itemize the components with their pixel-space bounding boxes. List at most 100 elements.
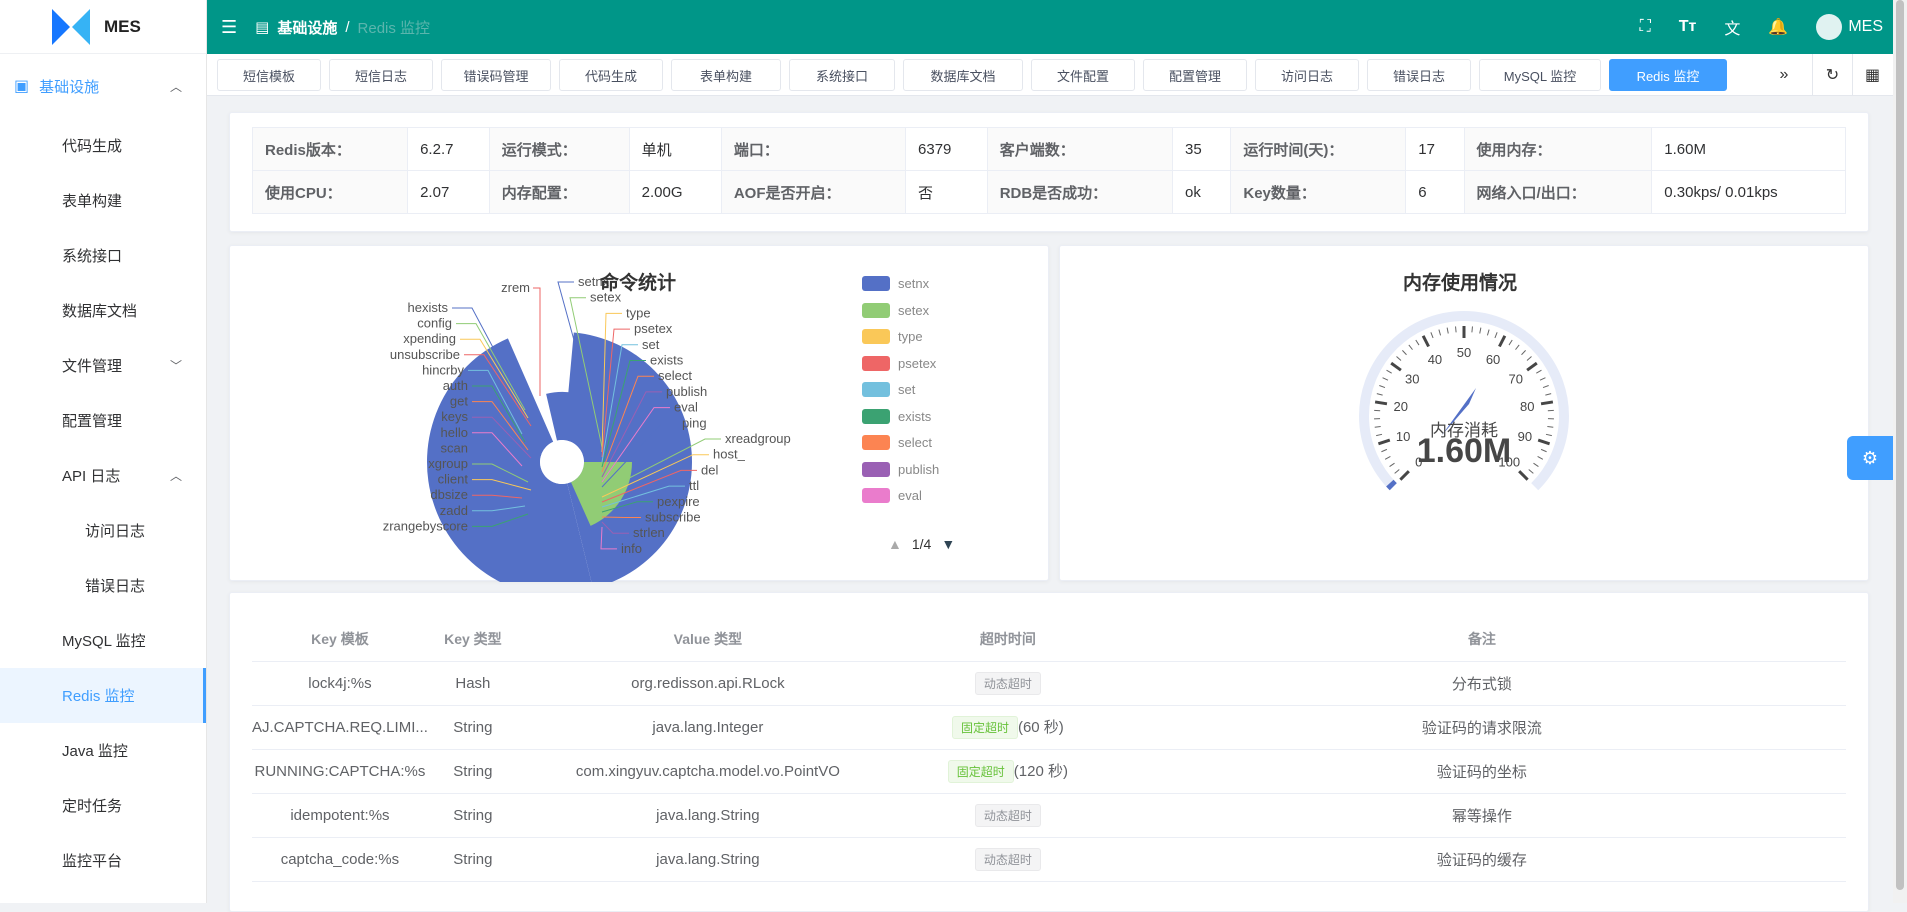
sidebar-item-file-mgmt[interactable]: 文件管理﹀ (0, 338, 206, 393)
pie-label-ttl: ttl (689, 478, 699, 493)
pie-label-zadd: zadd (440, 503, 468, 518)
pie-label-type: type (626, 305, 651, 320)
legend-label: eval (898, 488, 922, 503)
legend-item-setex[interactable]: setex (862, 303, 929, 318)
key-col-header: Key 类型 (428, 617, 518, 661)
legend-next-icon[interactable]: ▼ (941, 536, 955, 552)
pie-label-get: get (450, 394, 468, 409)
legend-pager: ▲ 1/4 ▼ (888, 536, 955, 552)
breadcrumb-root[interactable]: 基础设施 (277, 17, 337, 38)
key-note: 验证码的缓存 (1118, 837, 1846, 881)
sidebar-item-redis[interactable]: Redis 监控 (0, 668, 206, 723)
value-type: java.lang.String (518, 837, 898, 881)
font-size-icon[interactable]: Tт (1679, 18, 1697, 36)
gauge-tick (1387, 370, 1392, 373)
legend-item-select[interactable]: select (862, 435, 932, 450)
legend-item-publish[interactable]: publish (862, 462, 939, 477)
gauge-tick (1381, 449, 1387, 451)
gauge-tick (1456, 326, 1457, 332)
info-value: ok (1173, 171, 1231, 214)
gauge-tick (1519, 471, 1527, 479)
legend-item-set[interactable]: set (862, 382, 915, 397)
tab-5[interactable]: 系统接口 (789, 59, 895, 91)
settings-gear-button[interactable]: ⚙ (1847, 436, 1893, 480)
pie-label-xreadgroup: xreadgroup (725, 431, 791, 446)
scrollbar[interactable] (1893, 0, 1907, 903)
pie-label-pexpire: pexpire (657, 494, 700, 509)
tab-6[interactable]: 数据库文档 (903, 59, 1023, 91)
grid-icon[interactable]: ▦ (1852, 54, 1892, 96)
sidebar-item-monitor[interactable]: 监控平台 (0, 833, 206, 888)
legend-item-setnx[interactable]: setnx (862, 276, 929, 291)
legend-item-exists[interactable]: exists (862, 409, 931, 424)
sidebar-item-error-log[interactable]: 错误日志 (0, 558, 206, 613)
pie-hole (540, 440, 584, 484)
info-key: Key数量： (1231, 171, 1406, 214)
sidebar-item-label: Java 监控 (62, 740, 128, 761)
user-name: MES (1848, 18, 1883, 36)
gauge-tick-label: 40 (1428, 352, 1442, 367)
legend-item-eval[interactable]: eval (862, 488, 922, 503)
pie-label-publish: publish (666, 384, 707, 399)
tab-3[interactable]: 代码生成 (559, 59, 663, 91)
tab-1[interactable]: 短信日志 (329, 59, 433, 91)
gauge-tick-label: 80 (1520, 399, 1534, 414)
legend-item-psetex[interactable]: psetex (862, 356, 936, 371)
fullscreen-icon[interactable]: ⛶ (1640, 18, 1651, 36)
tab-10[interactable]: 错误日志 (1367, 59, 1471, 91)
gauge-tick (1499, 336, 1504, 347)
logo[interactable]: MES (0, 0, 206, 54)
sidebar-item-config[interactable]: 配置管理 (0, 393, 206, 448)
sidebar-item-label: 配置管理 (62, 410, 122, 431)
gauge-tick (1379, 386, 1385, 388)
sidebar-item-form-build[interactable]: 表单构建 (0, 173, 206, 228)
redis-info-table: Redis版本：6.2.7运行模式：单机端口：6379客户端数：35运行时间(天… (252, 127, 1846, 214)
refresh-icon[interactable]: ↻ (1812, 54, 1852, 96)
sidebar-item-access-log[interactable]: 访问日志 (0, 503, 206, 558)
gauge-value: 1.60M (1417, 432, 1512, 470)
sidebar-item-job[interactable]: 定时任务 (0, 778, 206, 833)
value-type: java.lang.Integer (518, 705, 898, 749)
sidebar-group-infra[interactable]: ▣ 基础设施 ︿ (0, 54, 206, 118)
tab-11[interactable]: MySQL 监控 (1479, 59, 1601, 91)
sidebar-item-code-gen[interactable]: 代码生成 (0, 118, 206, 173)
gauge-tick-label: 70 (1509, 371, 1523, 386)
pie-label-client: client (438, 472, 469, 487)
key-row: AJ.CAPTCHA.REQ.LIMI...Stringjava.lang.In… (252, 705, 1846, 749)
sidebar-item-java[interactable]: Java 监控 (0, 723, 206, 778)
scroll-right-icon[interactable]: » (1764, 54, 1804, 96)
gauge-tick (1439, 330, 1441, 336)
tab-4[interactable]: 表单构建 (671, 59, 781, 91)
info-value: 否 (906, 171, 988, 214)
legend-prev-icon[interactable]: ▲ (888, 536, 902, 552)
tab-8[interactable]: 配置管理 (1143, 59, 1247, 91)
gauge-tick (1527, 363, 1537, 370)
pie-label-host_: host_ (713, 447, 746, 462)
chevron-up-icon: ︿ (170, 467, 182, 484)
tab-12[interactable]: Redis 监控 (1609, 59, 1727, 91)
timeout: 固定超时(60 秒) (898, 705, 1118, 749)
tab-9[interactable]: 访问日志 (1255, 59, 1359, 91)
tab-7[interactable]: 文件配置 (1031, 59, 1135, 91)
sidebar-item-api-log[interactable]: API 日志︿ (0, 448, 206, 503)
gauge-tick (1547, 427, 1553, 428)
pie-label-set: set (642, 337, 660, 352)
tab-0[interactable]: 短信模板 (217, 59, 321, 91)
tab-2[interactable]: 错误码管理 (441, 59, 551, 91)
user-menu[interactable]: MES (1816, 14, 1883, 40)
gauge-tick (1376, 434, 1382, 435)
key-template: captcha_code:%s (252, 837, 428, 881)
key-list-card: Key 模板Key 类型Value 类型超时时间备注 lock4j:%sHash… (229, 592, 1869, 912)
translate-icon[interactable]: 文 (1724, 15, 1740, 39)
sidebar-item-mysql[interactable]: MySQL 监控 (0, 613, 206, 668)
pie-label-del: del (701, 462, 718, 477)
key-row: captcha_code:%sStringjava.lang.String动态超… (252, 837, 1846, 881)
gauge-tick (1409, 345, 1413, 350)
legend-label: set (898, 382, 915, 397)
hamburger-icon[interactable]: ☰ (221, 17, 237, 38)
sidebar-item-db-doc[interactable]: 数据库文档 (0, 283, 206, 338)
bell-icon[interactable]: 🔔 (1768, 17, 1788, 37)
sidebar-item-system-api[interactable]: 系统接口 (0, 228, 206, 283)
legend-item-type[interactable]: type (862, 329, 923, 344)
scrollbar-thumb[interactable] (1896, 0, 1904, 890)
